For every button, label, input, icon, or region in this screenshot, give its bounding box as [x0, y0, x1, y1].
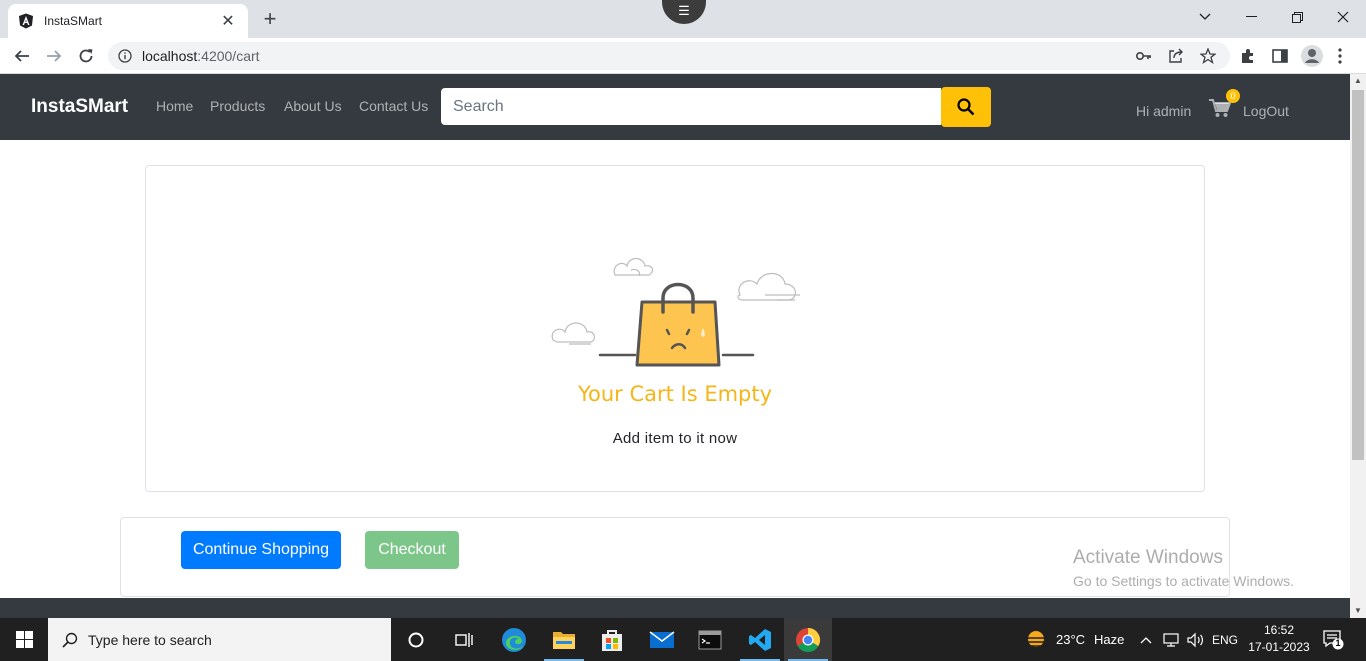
new-tab-icon[interactable]: +: [258, 6, 282, 32]
share-icon[interactable]: [1168, 44, 1184, 68]
browser-tabstrip: InstaSMart ✕ + ☰: [0, 0, 1366, 38]
page-scrollbar[interactable]: ▲ ▼: [1350, 74, 1366, 618]
search-input[interactable]: [441, 88, 941, 125]
task-view-icon[interactable]: [440, 618, 488, 661]
windows-taskbar: Type here to search 23°C Haze ENG 16:52 …: [0, 618, 1366, 661]
watermark-title: Activate Windows: [1073, 547, 1223, 568]
nav-link-contact[interactable]: Contact Us: [359, 98, 428, 114]
empty-cart-subtitle: Add item to it now: [612, 430, 738, 447]
profile-avatar-icon[interactable]: [1300, 44, 1324, 68]
file-explorer-icon[interactable]: [540, 618, 588, 661]
search-icon: [62, 632, 78, 648]
tray-chevron-up-icon[interactable]: [1140, 618, 1152, 661]
scroll-up-icon[interactable]: ▲: [1350, 74, 1366, 88]
weather-desc: Haze: [1094, 632, 1125, 647]
reload-icon[interactable]: [74, 44, 98, 68]
weather-widget[interactable]: 23°C Haze: [1024, 618, 1124, 661]
key-icon[interactable]: [1136, 44, 1152, 68]
browser-tab[interactable]: InstaSMart ✕: [8, 4, 248, 38]
tab-title: InstaSMart: [44, 14, 103, 28]
haze-sun-icon: [1025, 630, 1047, 647]
watermark-subtitle: Go to Settings to activate Windows.: [1073, 573, 1294, 589]
site-info-icon[interactable]: [118, 49, 132, 63]
taskbar-search-placeholder: Type here to search: [88, 631, 212, 648]
restore-icon[interactable]: [1274, 0, 1320, 34]
page-footer: [0, 598, 1350, 618]
extensions-icon[interactable]: [1240, 44, 1256, 68]
minimize-icon[interactable]: [1228, 0, 1274, 34]
nav-link-products[interactable]: Products: [210, 98, 265, 114]
volume-icon[interactable]: [1186, 618, 1204, 661]
bookmark-star-icon[interactable]: [1200, 44, 1216, 68]
windows-logo-icon: [15, 631, 33, 648]
windows-start-button[interactable]: [0, 618, 48, 661]
angular-icon: [19, 13, 33, 29]
scroll-down-icon[interactable]: ▼: [1350, 604, 1366, 618]
logout-link[interactable]: LogOut: [1243, 103, 1289, 119]
clock-date: 17-01-2023: [1248, 640, 1310, 654]
chevron-down-icon[interactable]: [1182, 0, 1228, 34]
taskbar-clock[interactable]: 16:52 17-01-2023: [1244, 622, 1314, 656]
tab-search-icon[interactable]: ☰: [662, 0, 706, 24]
user-greeting: Hi admin: [1136, 103, 1192, 119]
back-arrow-icon[interactable]: [10, 44, 34, 68]
edge-browser-icon[interactable]: [490, 618, 538, 661]
side-panel-icon[interactable]: [1272, 44, 1288, 68]
tab-close-icon[interactable]: ✕: [218, 11, 238, 31]
notification-count-badge: 1: [1335, 638, 1341, 648]
microsoft-store-icon[interactable]: [588, 618, 636, 661]
forward-arrow-icon[interactable]: [42, 44, 66, 68]
continue-shopping-button[interactable]: Continue Shopping: [181, 531, 341, 569]
url-text: localhost:4200/cart: [142, 48, 260, 64]
mail-icon[interactable]: [638, 618, 686, 661]
scrollbar-thumb[interactable]: [1352, 90, 1364, 460]
activate-windows-watermark: Activate Windows Go to Settings to activ…: [1073, 547, 1294, 589]
vscode-icon[interactable]: [736, 618, 784, 661]
chrome-icon[interactable]: [784, 618, 832, 661]
app-navbar: InstaSMart Home Products About Us Contac…: [0, 74, 1350, 140]
clock-time: 16:52: [1263, 623, 1295, 637]
empty-cart-illustration: [551, 257, 800, 367]
cart-count-badge: 0: [1226, 89, 1240, 103]
window-controls: [1182, 0, 1366, 34]
nav-link-home[interactable]: Home: [156, 98, 193, 114]
weather-temp: 23°C: [1056, 632, 1086, 647]
cortana-icon[interactable]: [392, 618, 440, 661]
terminal-icon[interactable]: [686, 618, 734, 661]
checkout-button[interactable]: Checkout: [365, 531, 459, 569]
taskbar-search-box[interactable]: Type here to search: [48, 618, 391, 661]
close-window-icon[interactable]: [1320, 0, 1366, 34]
search-icon: [957, 98, 975, 116]
kebab-menu-icon[interactable]: [1338, 44, 1342, 68]
input-language[interactable]: ENG: [1212, 618, 1238, 661]
search-button[interactable]: [941, 87, 991, 127]
address-bar[interactable]: localhost:4200/cart: [108, 42, 1230, 70]
brand-logo[interactable]: InstaSMart: [31, 96, 128, 118]
network-icon[interactable]: [1162, 618, 1180, 661]
notification-center-icon[interactable]: 1: [1322, 628, 1344, 650]
empty-cart-title: Your Cart Is Empty: [577, 382, 773, 406]
nav-link-about[interactable]: About Us: [284, 98, 342, 114]
browser-toolbar: localhost:4200/cart: [0, 38, 1366, 74]
